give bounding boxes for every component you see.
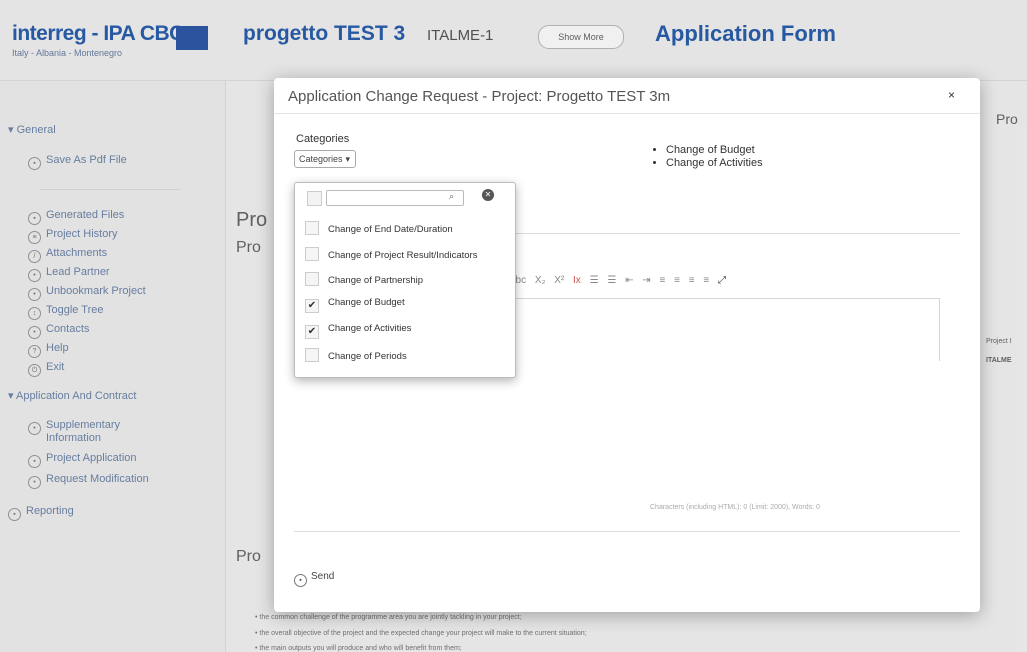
align-justify-button[interactable]: ≡ <box>703 275 709 286</box>
option-label: Change of End Date/Duration <box>328 224 453 235</box>
dropdown-option[interactable]: ✔ Change of Activities <box>305 323 411 341</box>
search-icon: ⌕ <box>449 191 455 201</box>
option-checkbox-checked[interactable]: ✔ <box>305 299 319 313</box>
dropdown-option[interactable]: ✔ Change of Budget <box>305 297 405 315</box>
select-all-checkbox[interactable] <box>307 191 322 206</box>
modal-divider <box>274 113 980 114</box>
send-button-label: Send <box>311 571 335 582</box>
send-icon: ▪ <box>294 574 307 587</box>
option-checkbox[interactable] <box>305 272 319 286</box>
option-checkbox[interactable] <box>305 221 319 235</box>
categories-button-label: Categories <box>299 154 343 164</box>
align-right-button[interactable]: ≡ <box>689 275 695 286</box>
align-center-button[interactable]: ≡ <box>674 275 680 286</box>
dropdown-option[interactable]: Change of Periods <box>305 348 407 366</box>
categories-label: Categories <box>296 133 350 145</box>
subscript-button[interactable]: X₂ <box>535 275 546 286</box>
option-label: Change of Partnership <box>328 275 424 286</box>
selected-categories-list: Change of Budget Change of Activities <box>654 144 763 170</box>
bulleted-list-button[interactable]: ☰ <box>607 275 616 286</box>
dropdown-option[interactable]: Change of End Date/Duration <box>305 221 453 239</box>
option-label: Change of Activities <box>328 323 412 334</box>
editor-toolbar: abc X₂ X² Ix ☰ ☰ ⇤ ⇥ ≡ ≡ ≡ ≡ ⤢ <box>510 275 732 286</box>
superscript-button[interactable]: X² <box>554 275 564 286</box>
character-count: Characters (including HTML): 0 (Limit: 2… <box>650 504 820 511</box>
selected-category: Change of Budget <box>666 144 763 157</box>
option-label: Change of Periods <box>328 351 407 362</box>
modal-title: Application Change Request - Project: Pr… <box>288 88 671 105</box>
categories-dropdown-button[interactable]: Categories ▾ <box>294 150 356 168</box>
option-label: Change of Project Result/Indicators <box>328 250 478 261</box>
numbered-list-button[interactable]: ☰ <box>590 275 599 286</box>
close-icon[interactable]: × <box>948 88 955 102</box>
dropdown-option[interactable]: Change of Project Result/Indicators <box>305 247 477 265</box>
indent-button[interactable]: ⇥ <box>642 275 650 286</box>
chevron-down-icon: ▾ <box>345 154 351 164</box>
option-checkbox[interactable] <box>305 247 319 261</box>
categories-dropdown-menu: ⌕ ✕ Change of End Date/Duration Change o… <box>294 182 516 378</box>
selected-category: Change of Activities <box>666 157 763 170</box>
option-checkbox-checked[interactable]: ✔ <box>305 325 319 339</box>
category-search-input[interactable]: ⌕ <box>326 190 464 206</box>
remove-format-button[interactable]: Ix <box>573 275 581 286</box>
deselect-icon[interactable]: ✕ <box>482 189 494 201</box>
send-button[interactable]: ▪ Send <box>294 571 334 587</box>
dropdown-option[interactable]: Change of Partnership <box>305 272 423 290</box>
option-checkbox[interactable] <box>305 348 319 362</box>
outdent-button[interactable]: ⇤ <box>625 275 633 286</box>
maximize-icon[interactable]: ⤢ <box>718 275 726 286</box>
align-left-button[interactable]: ≡ <box>659 275 665 286</box>
modal-divider <box>294 531 960 532</box>
option-label: Change of Budget <box>328 297 405 308</box>
